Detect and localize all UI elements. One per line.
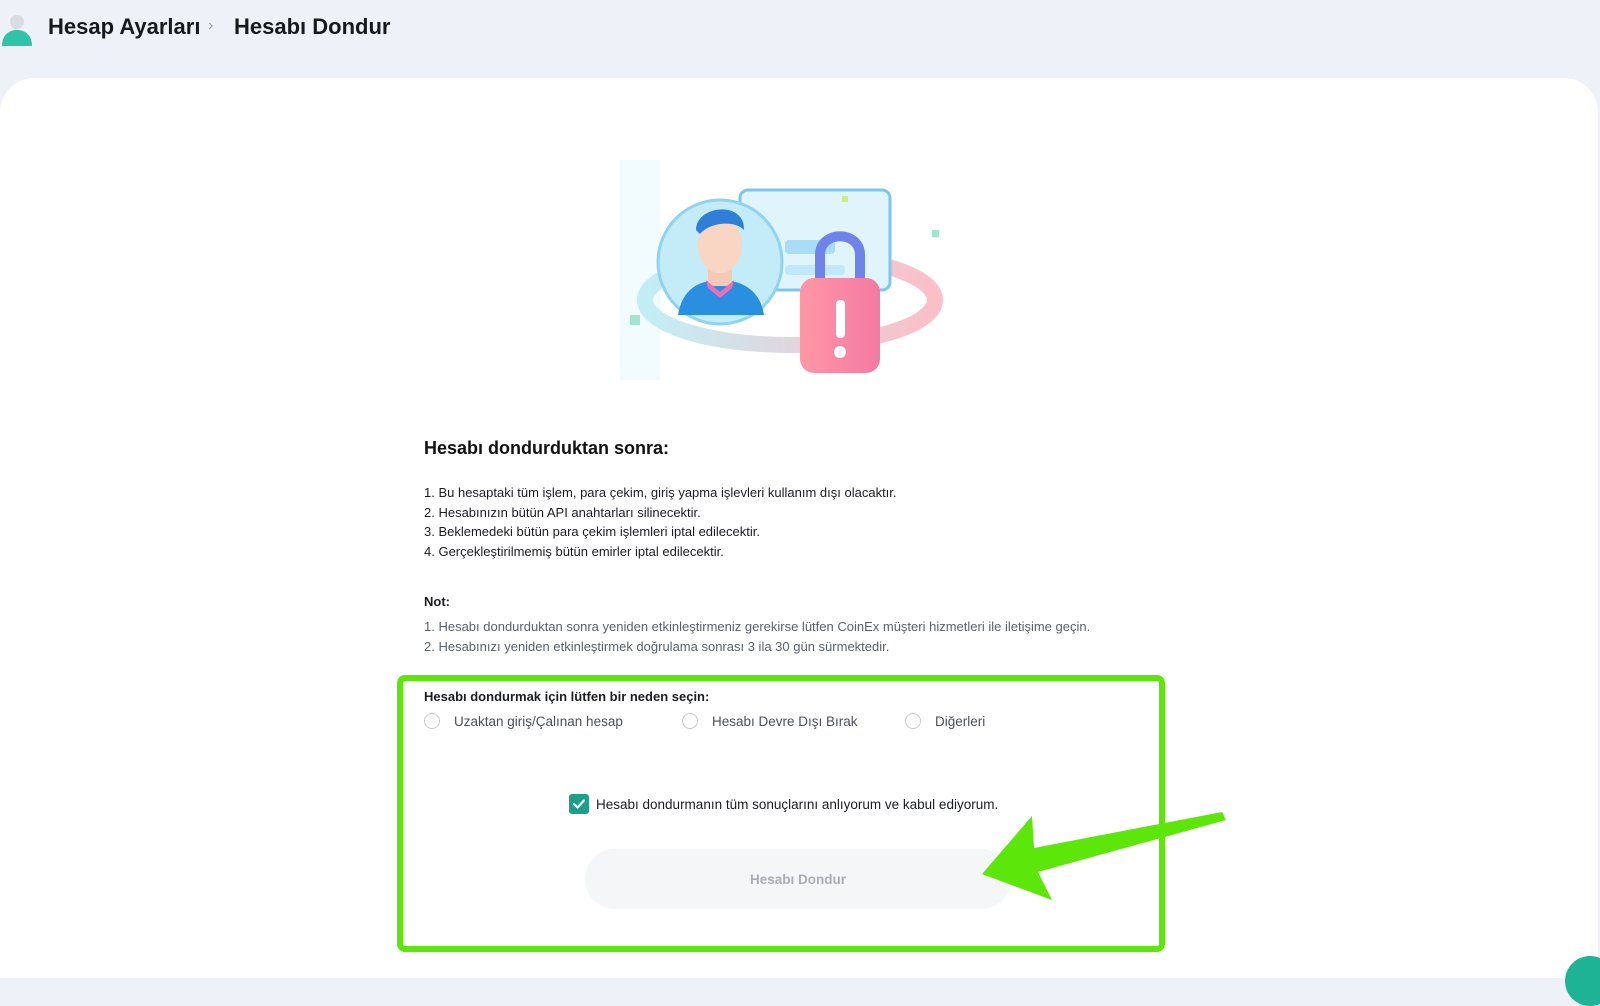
locked-account-illustration — [620, 160, 943, 380]
reason-option-other[interactable]: Diğerleri — [905, 713, 985, 729]
list-item: 2. Hesabınızı yeniden etkinleştirmek doğ… — [424, 638, 890, 654]
list-item: 2. Hesabınızın bütün API anahtarları sil… — [424, 504, 701, 520]
agreement-checkbox-row[interactable]: Hesabı dondurmanın tüm sonuçlarını anlıy… — [569, 794, 998, 814]
reason-option-label: Diğerleri — [935, 713, 986, 729]
reason-label: Hesabı dondurmak için lütfen bir neden s… — [424, 689, 710, 704]
notes-list: 1. Hesabı dondurduktan sonra yeniden etk… — [424, 617, 1090, 656]
radio-button[interactable] — [424, 713, 440, 729]
chat-support-icon[interactable] — [1565, 956, 1600, 1006]
radio-button[interactable] — [905, 713, 921, 729]
consequences-list: 1. Bu hesaptaki tüm işlem, para çekim, g… — [424, 483, 897, 562]
agreement-text: Hesabı dondurmanın tüm sonuçlarını anlıy… — [596, 796, 999, 812]
page-title: Hesabı Dondur — [234, 14, 391, 39]
chevron-right-icon: › — [208, 17, 214, 34]
user-avatar-icon — [2, 15, 32, 46]
notes-label: Not: — [424, 594, 450, 609]
freeze-consequences-title: Hesabı dondurduktan sonra: — [424, 438, 670, 458]
list-item: 3. Beklemedeki bütün para çekim işlemler… — [424, 524, 760, 540]
freeze-account-button[interactable]: Hesabı Dondur — [585, 849, 1011, 909]
agreement-checkbox[interactable] — [569, 794, 589, 814]
breadcrumb-account-settings[interactable]: Hesap Ayarları — [48, 14, 200, 40]
list-item: 4. Gerçekleştirilmemiş bütün emirler ipt… — [424, 544, 724, 560]
list-item: 1. Bu hesaptaki tüm işlem, para çekim, g… — [424, 485, 897, 500]
reason-option-label: Hesabı Devre Dışı Bırak — [712, 713, 858, 729]
list-item: 1. Hesabı dondurduktan sonra yeniden etk… — [424, 619, 1091, 634]
reason-option-disable-account[interactable]: Hesabı Devre Dışı Bırak — [682, 713, 858, 729]
radio-button[interactable] — [682, 713, 698, 729]
reason-option-label: Uzaktan giriş/Çalınan hesap — [454, 713, 623, 729]
reason-option-remote-login[interactable]: Uzaktan giriş/Çalınan hesap — [424, 713, 623, 729]
breadcrumb: Hesap Ayarları › Hesabı Dondur — [0, 0, 1600, 78]
checkmark-icon — [572, 799, 586, 809]
